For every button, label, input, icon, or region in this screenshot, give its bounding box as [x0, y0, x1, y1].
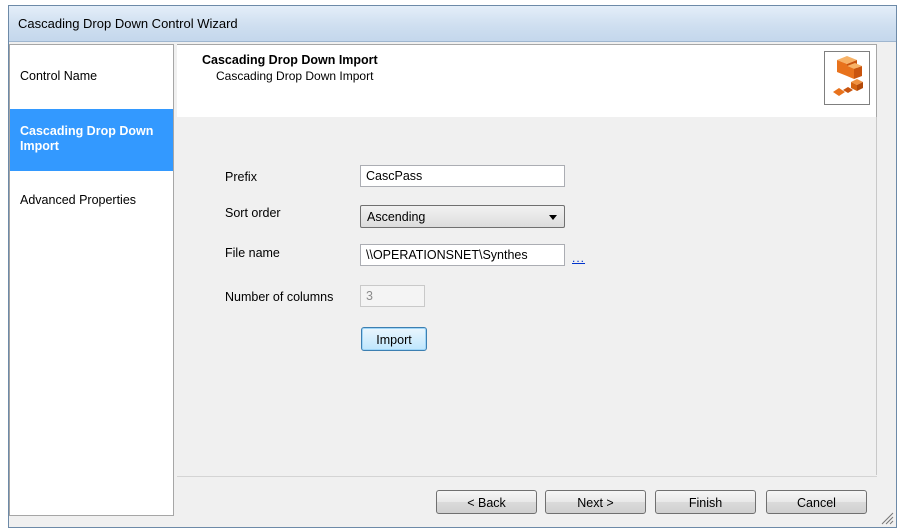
sidebar-item-advanced-properties[interactable]: Advanced Properties [10, 193, 173, 207]
footer-divider [177, 476, 877, 477]
sort-order-label: Sort order [225, 206, 281, 220]
browse-link[interactable]: ... [572, 251, 585, 265]
step-header: Cascading Drop Down Import Cascading Dro… [177, 44, 877, 117]
step-content: Prefix CascPass Sort order Ascending Fil… [177, 117, 877, 475]
sort-order-value: Ascending [367, 210, 426, 224]
cancel-button[interactable]: Cancel [766, 490, 867, 514]
sidebar-item-label: Cascading Drop Down Import [20, 124, 154, 153]
import-button[interactable]: Import [361, 327, 427, 351]
file-name-input[interactable]: \\OPERATIONSNET\Synthes [360, 244, 565, 266]
file-name-label: File name [225, 246, 280, 260]
back-button[interactable]: < Back [436, 490, 537, 514]
sidebar-item-control-name[interactable]: Control Name [10, 69, 173, 83]
number-of-columns-label: Number of columns [225, 290, 334, 304]
sidebar-item-cascading-drop-down-import[interactable]: Cascading Drop Down Import [10, 109, 173, 171]
finish-button[interactable]: Finish [655, 490, 756, 514]
prefix-input[interactable]: CascPass [360, 165, 565, 187]
title-bar[interactable]: Cascading Drop Down Control Wizard [9, 6, 896, 42]
prefix-label: Prefix [225, 170, 257, 184]
sort-order-select[interactable]: Ascending [360, 205, 565, 228]
wizard-step-list: Control Name Cascading Drop Down Import … [9, 44, 174, 516]
step-subtitle: Cascading Drop Down Import [216, 69, 374, 83]
number-of-columns-input[interactable]: 3 [360, 285, 425, 307]
cubes-icon [824, 51, 870, 105]
window-title: Cascading Drop Down Control Wizard [18, 16, 238, 31]
sidebar-item-label: Control Name [20, 69, 98, 83]
sidebar-item-label: Advanced Properties [20, 193, 137, 207]
resize-grip-icon[interactable] [880, 511, 894, 525]
step-title: Cascading Drop Down Import [202, 53, 378, 67]
chevron-down-icon [549, 215, 557, 220]
next-button[interactable]: Next > [545, 490, 646, 514]
